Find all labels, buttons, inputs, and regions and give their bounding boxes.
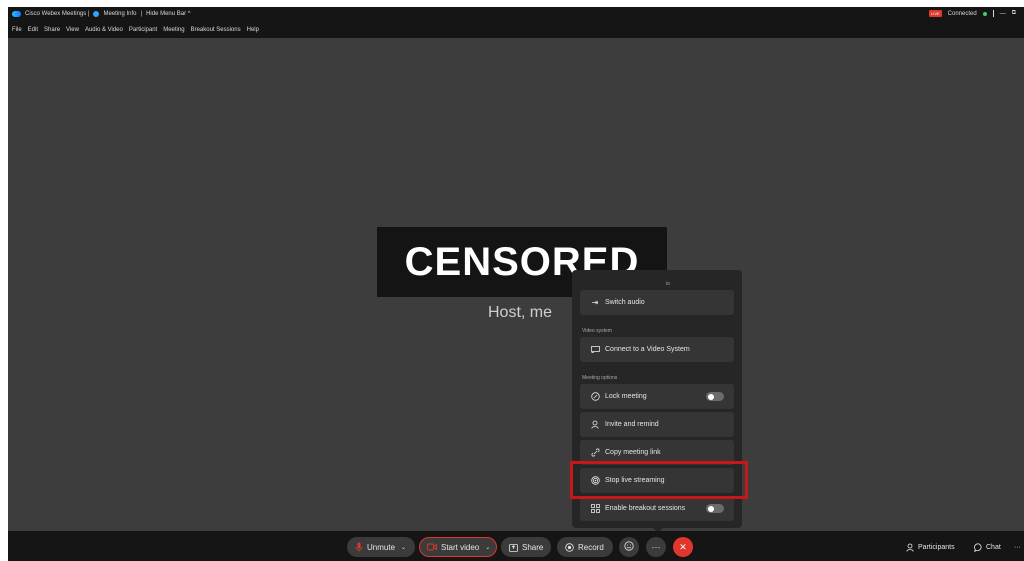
webex-logo-icon	[12, 11, 21, 17]
meeting-controls-bar: Unmute ⌄ Start video ⌄ Share Record ··· …	[8, 531, 1024, 561]
title-separator: |	[140, 11, 143, 17]
connection-status-icon	[982, 11, 987, 16]
participants-icon	[906, 543, 915, 552]
menu-breakout-sessions[interactable]: Breakout Sessions	[191, 27, 241, 33]
end-meeting-button[interactable]: ✕	[673, 537, 693, 557]
share-icon	[509, 543, 518, 552]
overflow-button[interactable]: ···	[1014, 538, 1021, 556]
app-title: Cisco Webex Meetings |	[25, 11, 90, 17]
video-system-label: Video system	[582, 328, 612, 334]
restore-button[interactable]: ⧉	[1012, 10, 1016, 17]
reactions-button[interactable]	[619, 537, 639, 557]
menu-bar: File Edit Share View Audio & Video Parti…	[8, 23, 1024, 38]
connection-status: Connected	[947, 10, 977, 17]
switch-audio-item[interactable]: ⇥ Switch audio	[580, 290, 734, 315]
menu-edit[interactable]: Edit	[28, 27, 38, 33]
more-options-button[interactable]: ···	[646, 537, 666, 557]
meeting-info-icon[interactable]	[93, 11, 100, 17]
lock-meeting-label: Lock meeting	[605, 393, 647, 400]
start-video-button[interactable]: Start video ⌄	[419, 537, 497, 557]
menu-view[interactable]: View	[66, 27, 79, 33]
lock-meeting-item[interactable]: Lock meeting	[580, 384, 734, 409]
close-icon: ✕	[679, 541, 687, 552]
title-bar: Cisco Webex Meetings | Meeting Info | Hi…	[8, 7, 1024, 23]
enable-breakout-sessions-label: Enable breakout sessions	[605, 505, 686, 512]
enable-breakout-sessions-item[interactable]: Enable breakout sessions	[580, 496, 734, 521]
record-icon	[565, 542, 574, 552]
participants-button[interactable]: Participants	[906, 538, 955, 556]
highlight-box	[570, 461, 748, 499]
minimize-button[interactable]: —	[1000, 11, 1006, 17]
emoji-icon	[624, 541, 634, 553]
link-icon	[588, 448, 602, 457]
start-video-chevron-down-icon[interactable]: ⌄	[485, 544, 490, 551]
webex-window: Cisco Webex Meetings | Meeting Info | Hi…	[8, 7, 1024, 561]
menu-audio-video[interactable]: Audio & Video	[85, 27, 123, 33]
title-divider	[992, 10, 994, 17]
toggle-knob	[708, 505, 714, 512]
record-label: Record	[578, 542, 604, 552]
connect-video-system-item[interactable]: Connect to a Video System	[580, 337, 734, 362]
breakout-sessions-toggle[interactable]	[706, 504, 724, 513]
person-add-icon	[588, 420, 602, 429]
invite-and-remind-item[interactable]: Invite and remind	[580, 412, 734, 437]
lock-meeting-toggle[interactable]	[706, 392, 724, 401]
chat-label: Chat	[986, 543, 1001, 551]
participants-label: Participants	[918, 543, 955, 551]
switch-audio-icon: ⇥	[591, 298, 599, 307]
connect-video-system-label: Connect to a Video System	[605, 346, 690, 353]
video-off-icon	[427, 543, 437, 551]
start-video-label: Start video	[441, 542, 480, 552]
muted-mic-icon	[355, 542, 363, 552]
unmute-label: Unmute	[367, 542, 396, 552]
invite-and-remind-label: Invite and remind	[605, 421, 659, 428]
live-badge: LIVE	[929, 10, 942, 17]
meeting-options-label: Meeting options	[582, 375, 618, 381]
hide-menu-bar-link[interactable]: Hide Menu Bar ^	[146, 11, 191, 17]
audio-section-label: io	[666, 281, 670, 287]
share-label: Share	[522, 542, 544, 552]
host-name: Host, me	[488, 304, 553, 321]
unmute-chevron-down-icon[interactable]: ⌄	[401, 544, 406, 551]
menu-share[interactable]: Share	[44, 27, 60, 33]
meeting-info-link[interactable]: Meeting Info	[103, 11, 136, 17]
menu-participant[interactable]: Participant	[129, 27, 157, 33]
cast-icon	[588, 346, 602, 353]
toggle-knob	[708, 393, 714, 400]
chat-icon	[974, 542, 983, 552]
lock-meeting-icon	[588, 392, 602, 401]
menu-meeting[interactable]: Meeting	[163, 27, 184, 33]
unmute-button[interactable]: Unmute ⌄	[347, 537, 415, 557]
record-button[interactable]: Record	[557, 537, 613, 557]
menu-file[interactable]: File	[12, 27, 22, 33]
breakout-icon	[588, 504, 602, 513]
chat-button[interactable]: Chat	[974, 538, 1001, 556]
share-button[interactable]: Share	[501, 537, 551, 557]
menu-help[interactable]: Help	[247, 27, 259, 33]
switch-audio-label: Switch audio	[605, 299, 645, 306]
copy-meeting-link-label: Copy meeting link	[605, 449, 661, 456]
